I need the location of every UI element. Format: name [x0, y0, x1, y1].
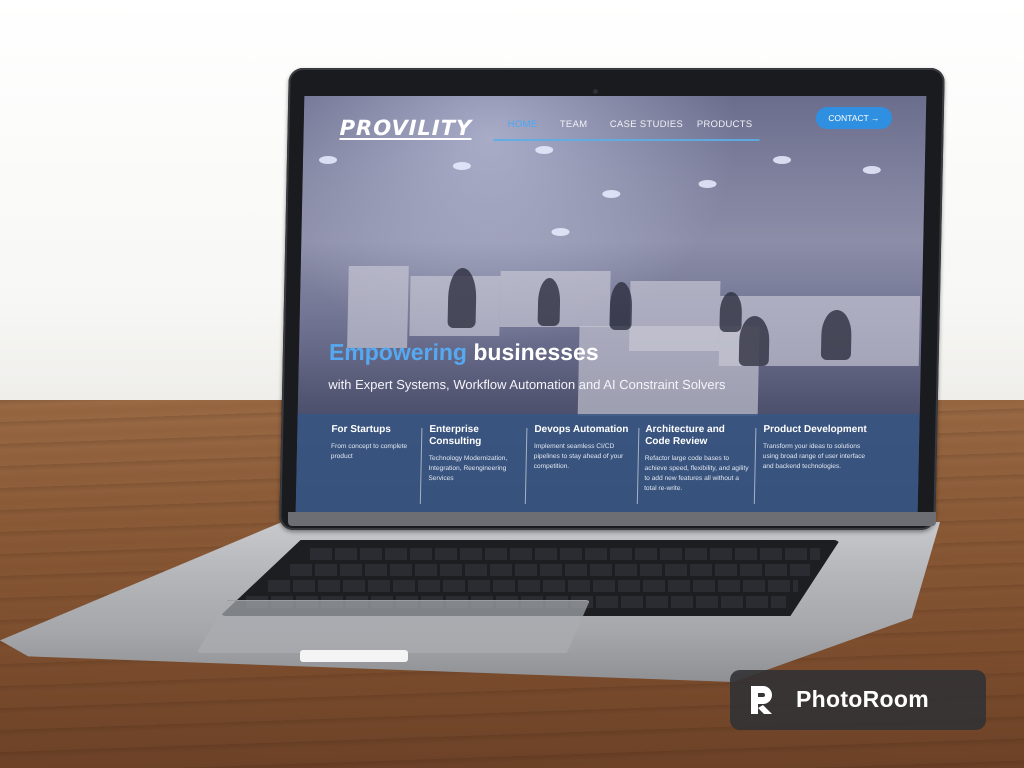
laptop-front-notch [300, 650, 408, 662]
service-description: Technology Modernization, Integration, R… [428, 455, 508, 482]
hero-title-rest: businesses [466, 339, 599, 365]
service-description: From concept to complete product [330, 443, 408, 460]
service-divider [753, 428, 757, 504]
nav-home[interactable]: HOME [508, 119, 538, 130]
service-description: Implement seamless CI/CD pipelines to st… [533, 443, 624, 470]
service-title: Devops Automation [534, 424, 629, 435]
laptop-screen: PROVILITY HOME TEAM CASE STUDIES PRODUCT… [295, 96, 927, 512]
service-title: For Startups [331, 424, 391, 435]
service-card-startups[interactable]: For Startups From concept to complete pr… [331, 424, 418, 462]
service-title: Enterprise Consulting [429, 424, 482, 447]
service-divider [636, 428, 640, 504]
service-card-architecture[interactable]: Architecture and Code Review Refactor la… [644, 424, 751, 494]
nav-underline [493, 139, 760, 141]
top-navigation: PROVILITY HOME TEAM CASE STUDIES PRODUCT… [303, 96, 926, 148]
service-title: Architecture and Code Review [645, 424, 725, 447]
photoroom-watermark: PhotoRoom [730, 670, 986, 730]
service-divider [524, 428, 528, 504]
service-divider [419, 428, 423, 504]
service-description: Refactor large code bases to achieve spe… [644, 455, 749, 492]
laptop-trackpad [196, 600, 590, 654]
photoroom-label: PhotoRoom [796, 686, 930, 712]
hero-subtitle: with Expert Systems, Workflow Automation… [328, 377, 726, 392]
service-title: Product Development [763, 424, 867, 435]
contact-button[interactable]: CONTACT → [815, 107, 893, 129]
nav-products[interactable]: PRODUCTS [697, 119, 753, 130]
laptop-hinge [288, 512, 936, 526]
service-card-product[interactable]: Product Development Transform your ideas… [762, 424, 875, 472]
service-card-devops[interactable]: Devops Automation Implement seamless CI/… [533, 424, 634, 472]
photoroom-logo-icon [751, 686, 772, 714]
site-logo[interactable]: PROVILITY [339, 116, 472, 140]
services-band: For Startups From concept to complete pr… [295, 414, 920, 512]
service-card-enterprise[interactable]: Enterprise Consulting Technology Moderni… [428, 424, 521, 484]
nav-case-studies[interactable]: CASE STUDIES [610, 119, 684, 130]
service-description: Transform your ideas to solutions using … [762, 443, 866, 470]
webcam-icon [593, 89, 598, 94]
hero-title-accent: Empowering [328, 339, 468, 365]
hero-title: Empowering businesses [329, 339, 599, 366]
nav-team[interactable]: TEAM [560, 119, 588, 130]
